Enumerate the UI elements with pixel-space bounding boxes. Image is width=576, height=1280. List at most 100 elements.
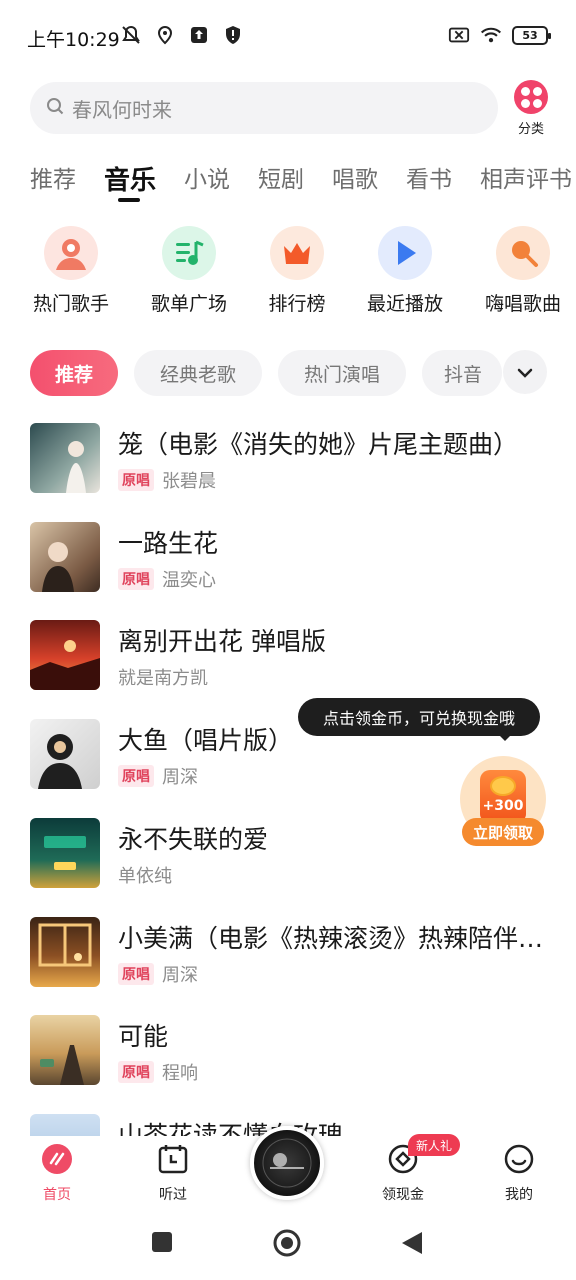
album-cover (30, 818, 100, 888)
chevron-down-icon (517, 363, 533, 382)
system-navigation (0, 1210, 576, 1280)
original-tag: 原唱 (118, 963, 154, 985)
nav-mine[interactable]: 我的 (474, 1142, 564, 1204)
quick-hi-sing[interactable]: 嗨唱歌曲 (468, 226, 576, 316)
original-tag: 原唱 (118, 568, 154, 590)
filter-chips: 推荐 经典老歌 热门演唱 抖音 (30, 350, 576, 396)
search-bar[interactable]: 春风何时来 (30, 82, 498, 134)
song-row[interactable]: 离别开出花 弹唱版 就是南方凯 (0, 620, 576, 694)
shield-alert-icon (222, 24, 244, 46)
square-icon (150, 1230, 174, 1258)
chip-recommend[interactable]: 推荐 (30, 350, 118, 396)
singer-icon (44, 226, 98, 280)
song-meta: 单依纯 (118, 862, 172, 888)
quick-label: 歌单广场 (150, 293, 227, 315)
quick-playlist-square[interactable]: 歌单广场 (134, 226, 244, 316)
album-cover (30, 1114, 100, 1136)
quick-charts[interactable]: 排行榜 (242, 226, 352, 316)
crown-icon (270, 226, 324, 280)
song-title: 一路生花 (118, 529, 219, 558)
tab-novel[interactable]: 小说 (184, 160, 230, 204)
song-title: 笼（电影《消失的她》片尾主题曲） (118, 430, 519, 459)
status-time: 上午10:29 (27, 29, 120, 51)
search-placeholder: 春风何时来 (72, 97, 172, 122)
song-title: 离别开出花 弹唱版 (118, 627, 326, 656)
reward-amount: +300 (482, 798, 524, 814)
song-meta: 原唱 程响 (118, 1059, 198, 1085)
play-icon (378, 226, 432, 280)
tab-music[interactable]: 音乐 (104, 160, 156, 204)
original-tag: 原唱 (118, 1061, 154, 1083)
album-cover (30, 423, 100, 493)
nav-label: 领现金 (382, 1187, 424, 1203)
chip-classic-oldies[interactable]: 经典老歌 (134, 350, 262, 396)
expand-chips-button[interactable] (503, 350, 547, 394)
song-title: 山茶花读不懂白玫瑰 (118, 1121, 344, 1136)
quick-label: 热门歌手 (32, 293, 109, 315)
upload-icon (188, 24, 210, 46)
top-tabs: 推荐 音乐 小说 短剧 唱歌 看书 相声评书 (30, 160, 576, 204)
nav-history[interactable]: 听过 (128, 1142, 218, 1204)
album-cover (30, 917, 100, 987)
chip-hot-performances[interactable]: 热门演唱 (278, 350, 406, 396)
song-row[interactable]: 可能 原唱 程响 (0, 1015, 576, 1089)
nav-home[interactable]: 首页 (12, 1142, 102, 1204)
album-cover (30, 1015, 100, 1085)
quick-label: 排行榜 (268, 293, 326, 315)
tab-read[interactable]: 看书 (406, 160, 452, 204)
song-artist: 程响 (162, 1063, 198, 1084)
album-cover (30, 719, 100, 789)
mute-bell-icon (120, 24, 142, 46)
category-button[interactable]: 分类 (512, 80, 550, 137)
triangle-back-icon (400, 1230, 424, 1260)
song-meta: 原唱 周深 (118, 961, 198, 987)
nav-label: 首页 (43, 1187, 71, 1203)
status-bar: 上午10:29 53 (0, 0, 576, 72)
recents-button[interactable] (150, 1230, 174, 1258)
song-artist: 温奕心 (162, 570, 216, 591)
sim-off-icon (448, 24, 470, 46)
category-icon (514, 80, 548, 114)
playlist-icon (162, 226, 216, 280)
song-meta: 原唱 周深 (118, 763, 198, 789)
reward-tooltip: 点击领金币，可兑换现金哦 (298, 698, 540, 741)
back-button[interactable] (400, 1230, 424, 1260)
new-user-badge: 新人礼 (408, 1134, 461, 1156)
smile-face-icon (502, 1142, 536, 1176)
tab-crosstalk[interactable]: 相声评书 (480, 160, 572, 204)
category-label: 分类 (517, 122, 544, 137)
song-artist: 周深 (162, 767, 198, 788)
battery-indicator: 53 (512, 25, 551, 45)
microphone-icon (496, 226, 550, 280)
bottom-navigation: 首页 听过 领现金 新人礼 我的 (0, 1126, 576, 1210)
quick-hot-singers[interactable]: 热门歌手 (16, 226, 126, 316)
calendar-clock-icon (156, 1142, 190, 1176)
home-system-button[interactable] (272, 1228, 302, 1262)
song-title: 小美满（电影《热辣滚烫》热辣陪伴曲） (118, 924, 548, 953)
tab-recommend[interactable]: 推荐 (30, 160, 76, 204)
quick-label: 最近播放 (366, 293, 443, 315)
song-row[interactable]: 一路生花 原唱 温奕心 (0, 522, 576, 596)
tab-short-drama[interactable]: 短剧 (258, 160, 304, 204)
chip-douyin[interactable]: 抖音 (422, 350, 502, 396)
tab-sing[interactable]: 唱歌 (332, 160, 378, 204)
song-meta: 就是南方凯 (118, 664, 208, 690)
song-artist: 就是南方凯 (118, 668, 208, 689)
claim-reward-button[interactable]: 立即领取 (462, 818, 544, 846)
app-page: 上午10:29 53 春风何时来 分类 推荐 音乐 小说 短剧 唱歌 看书 相声… (0, 0, 576, 1280)
song-row[interactable]: 小美满（电影《热辣滚烫》热辣陪伴曲） 原唱 周深 (0, 917, 576, 991)
wifi-icon (480, 24, 502, 46)
nav-label: 听过 (159, 1187, 187, 1203)
now-playing-disc[interactable] (250, 1126, 324, 1200)
search-icon (46, 97, 64, 119)
song-artist: 单依纯 (118, 866, 172, 887)
song-title: 可能 (118, 1022, 169, 1051)
song-meta: 原唱 温奕心 (118, 566, 216, 592)
song-meta: 原唱 张碧晨 (118, 467, 216, 493)
quick-recent-play[interactable]: 最近播放 (350, 226, 460, 316)
reward-widget[interactable]: +300 立即领取 (458, 756, 548, 848)
song-artist: 张碧晨 (162, 471, 216, 492)
nav-label: 我的 (505, 1187, 533, 1203)
album-cover (30, 522, 100, 592)
song-row[interactable]: 笼（电影《消失的她》片尾主题曲） 原唱 张碧晨 (0, 423, 576, 497)
